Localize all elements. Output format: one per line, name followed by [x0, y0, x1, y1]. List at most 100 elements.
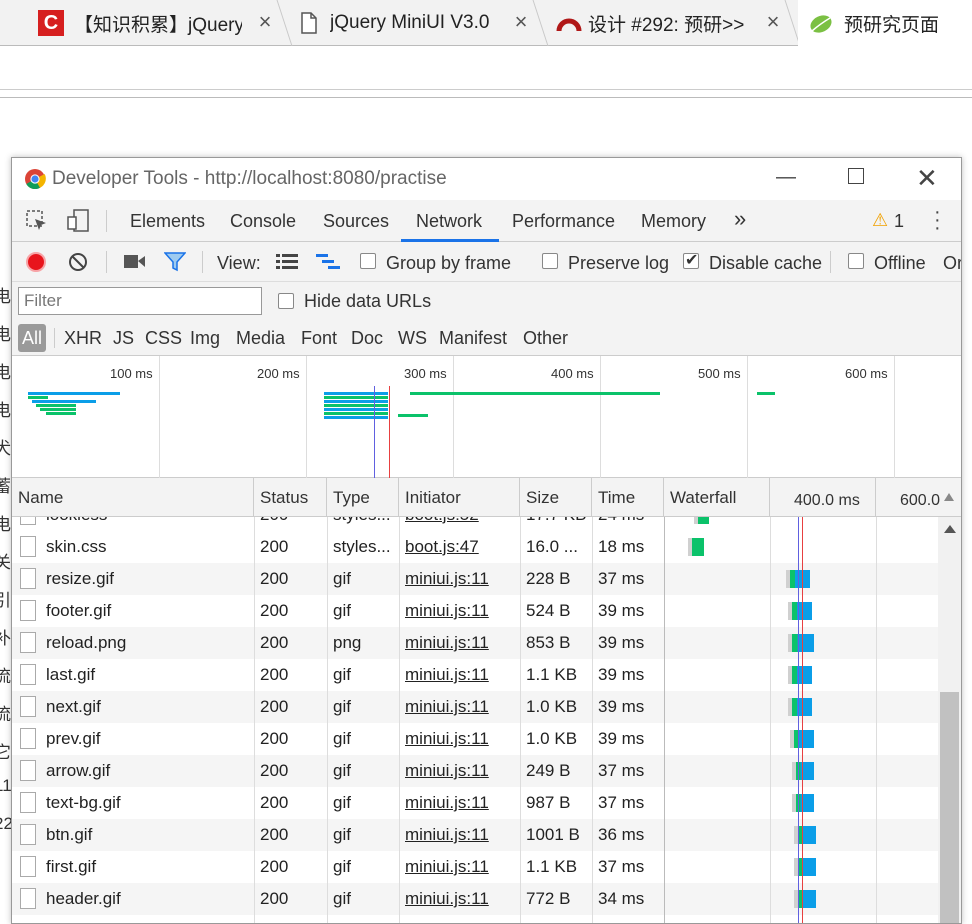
table-row[interactable]: first.gif 200 gif miniui.js:11 1.1 KB 37 ms: [12, 851, 938, 883]
maximize-button[interactable]: [848, 168, 864, 184]
close-button[interactable]: ✕: [916, 163, 938, 194]
request-name: footer.gif: [46, 601, 112, 620]
tab-elements[interactable]: Elements: [130, 211, 205, 232]
close-icon[interactable]: ×: [762, 11, 784, 33]
preserve-log-checkbox[interactable]: [542, 253, 558, 269]
disable-cache-checkbox[interactable]: [683, 250, 699, 270]
table-row[interactable]: last.gif 200 gif miniui.js:11 1.1 KB 39 ms: [12, 659, 938, 691]
group-by-frame-checkbox[interactable]: [360, 253, 376, 269]
cell-type: png: [333, 633, 362, 652]
device-toolbar-icon[interactable]: [66, 209, 90, 233]
filter-icon[interactable]: [164, 252, 186, 272]
table-row[interactable]: text-bg.gif 200 gif miniui.js:11 987 B 37 ms: [12, 787, 938, 819]
inspect-icon[interactable]: [26, 210, 48, 232]
cell-status: 200: [260, 665, 289, 684]
type-ws-button[interactable]: WS: [398, 328, 427, 349]
browser-tab-4-active[interactable]: 预研究页面: [798, 0, 972, 46]
table-row[interactable]: resize.gif 200 gif miniui.js:11 228 B 37 ms: [12, 563, 938, 595]
column-size[interactable]: Size: [520, 478, 592, 517]
kebab-menu-icon[interactable]: · · ·: [934, 202, 941, 238]
minimize-button[interactable]: —: [776, 166, 796, 189]
clear-icon[interactable]: [68, 252, 88, 272]
cell-type: gif: [333, 761, 351, 780]
tab-sources[interactable]: Sources: [323, 211, 389, 232]
cell-status: 200: [260, 825, 289, 844]
column-name[interactable]: Name: [12, 478, 254, 517]
cell-initiator[interactable]: miniui.js:11: [399, 787, 520, 819]
type-other-button[interactable]: Other: [523, 328, 568, 349]
cell-initiator[interactable]: miniui.js:11: [399, 723, 520, 755]
cell-initiator[interactable]: boot.js:52: [399, 517, 520, 531]
cell-initiator[interactable]: miniui.js:11: [399, 883, 520, 915]
request-name: skin.css: [46, 537, 107, 556]
table-row[interactable]: lookless200styles...boot.js:5217.7 KB24 …: [12, 517, 938, 531]
tab-memory[interactable]: Memory: [641, 211, 706, 232]
cell-initiator[interactable]: miniui.js:11: [399, 755, 520, 787]
scroll-up-icon[interactable]: [944, 525, 956, 533]
filter-input[interactable]: [18, 287, 262, 315]
warning-icon[interactable]: ⚠: [872, 210, 888, 231]
record-button[interactable]: [26, 252, 46, 272]
timeline-overview[interactable]: 100 ms 200 ms 300 ms 400 ms 500 ms 600 m…: [12, 356, 961, 478]
cell-initiator[interactable]: miniui.js:11: [399, 819, 520, 851]
type-xhr-button[interactable]: XHR: [64, 328, 102, 349]
cell-time: 39 ms: [598, 729, 645, 748]
table-row[interactable]: prev.gif 200 gif miniui.js:11 1.0 KB 39 ms: [12, 723, 938, 755]
table-row[interactable]: reload.png 200 png miniui.js:11 853 B 39 ms: [12, 627, 938, 659]
throttle-select[interactable]: Or: [943, 253, 961, 274]
csdn-icon: C: [38, 10, 64, 36]
warning-count[interactable]: 1: [894, 211, 904, 232]
table-scrollbar[interactable]: [938, 517, 961, 923]
tab-network[interactable]: Network: [416, 211, 482, 232]
table-row[interactable]: next.gif 200 gif miniui.js:11 1.0 KB 39 ms: [12, 691, 938, 723]
type-js-button[interactable]: JS: [113, 328, 134, 349]
file-icon: [20, 792, 36, 813]
waterfall-bar: [692, 538, 704, 556]
cell-initiator[interactable]: miniui.js:11: [399, 563, 520, 595]
type-doc-button[interactable]: Doc: [351, 328, 383, 349]
offline-checkbox[interactable]: [848, 253, 864, 269]
table-row[interactable]: footer.gif 200 gif miniui.js:11 524 B 39 ms: [12, 595, 938, 627]
scrollbar-thumb[interactable]: [940, 692, 959, 923]
overview-tick: 100 ms: [110, 366, 153, 381]
table-row[interactable]: btn.gif 200 gif miniui.js:11 1001 B 36 ms: [12, 819, 938, 851]
close-icon[interactable]: ×: [510, 11, 532, 33]
cell-initiator[interactable]: boot.js:47: [399, 531, 520, 563]
more-tabs-button[interactable]: »: [734, 206, 746, 232]
request-name: text-bg.gif: [46, 793, 121, 812]
type-all-button[interactable]: All: [18, 324, 46, 352]
overview-tick: 400 ms: [551, 366, 594, 381]
cell-initiator[interactable]: miniui.js:11: [399, 595, 520, 627]
column-time[interactable]: Time: [592, 478, 664, 517]
camera-icon[interactable]: [124, 254, 146, 270]
table-row[interactable]: skin.css 200 styles... boot.js:47 16.0 ... 18…: [12, 531, 938, 563]
waterfall-tick: 600.0: [900, 492, 941, 509]
type-media-button[interactable]: Media: [236, 328, 285, 349]
column-status[interactable]: Status: [254, 478, 327, 517]
waterfall-view-icon[interactable]: [316, 253, 342, 271]
tab-performance[interactable]: Performance: [512, 211, 615, 232]
cell-initiator[interactable]: miniui.js:11: [399, 659, 520, 691]
type-font-button[interactable]: Font: [301, 328, 337, 349]
browser-tab-1[interactable]: C 【知识积累】jQuery: [38, 0, 278, 46]
table-row[interactable]: header.gif 200 gif miniui.js:11 772 B 34 ms: [12, 883, 938, 915]
list-view-icon[interactable]: [276, 253, 298, 271]
page-char: 22: [0, 814, 13, 833]
file-icon: [20, 536, 36, 557]
cell-initiator[interactable]: miniui.js:11: [399, 851, 520, 883]
column-type[interactable]: Type: [327, 478, 399, 517]
close-icon[interactable]: ×: [254, 11, 276, 33]
tab-console[interactable]: Console: [230, 211, 296, 232]
column-initiator[interactable]: Initiator: [399, 478, 520, 517]
cell-initiator[interactable]: miniui.js:11: [399, 691, 520, 723]
column-waterfall[interactable]: Waterfall: [664, 478, 770, 517]
type-manifest-button[interactable]: Manifest: [439, 328, 507, 349]
table-row[interactable]: arrow.gif 200 gif miniui.js:11 249 B 37 ms: [12, 755, 938, 787]
browser-tab-2[interactable]: jQuery MiniUI V3.0: [300, 0, 520, 46]
type-img-button[interactable]: Img: [190, 328, 220, 349]
browser-tab-3[interactable]: 设计 #292: 预研>>: [556, 0, 756, 46]
type-css-button[interactable]: CSS: [145, 328, 182, 349]
hide-data-urls-checkbox[interactable]: [278, 293, 294, 309]
cell-initiator[interactable]: miniui.js:11: [399, 627, 520, 659]
network-toolbar: View: Group by frame Preserve log Disabl…: [12, 242, 961, 282]
